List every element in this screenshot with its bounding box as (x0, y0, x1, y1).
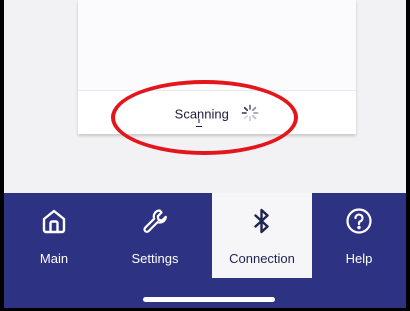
home-indicator[interactable] (143, 297, 275, 302)
wrench-icon (141, 207, 169, 235)
tab-connection-label: Connection (229, 251, 295, 266)
device-frame: Scanning Main Settings Connection Help (0, 0, 410, 311)
home-icon (40, 207, 68, 235)
app-screen: Scanning Main Settings Connection Help (4, 0, 406, 308)
bottom-tab-bar: Main Settings Connection Help (4, 193, 406, 308)
help-icon (345, 207, 373, 235)
tab-help-label: Help (345, 251, 373, 266)
tab-main[interactable]: Main (4, 193, 104, 278)
tab-connection[interactable]: Connection (212, 193, 312, 278)
red-annotation-circle (111, 80, 298, 155)
tab-settings[interactable]: Settings (105, 193, 205, 278)
tab-settings-label: Settings (131, 251, 179, 266)
tab-main-label: Main (39, 251, 69, 266)
tab-help[interactable]: Help (309, 193, 406, 278)
bluetooth-icon (248, 207, 276, 235)
